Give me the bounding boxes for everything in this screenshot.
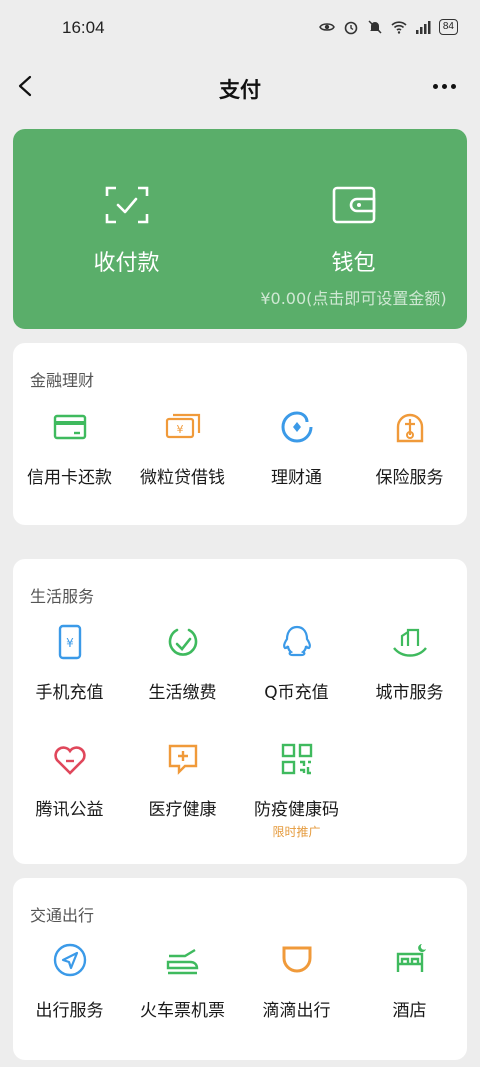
more-dot-icon — [441, 83, 447, 89]
grid-label: 理财通 — [271, 468, 322, 488]
credit-card-repay-button[interactable]: 信用卡还款 — [13, 409, 126, 509]
wallet-label: 钱包 — [331, 251, 376, 276]
insurance-icon — [396, 413, 423, 443]
insurance-button[interactable]: 保险服务 — [353, 409, 466, 509]
qq-coin-topup-button[interactable]: Q币充值 — [240, 624, 353, 724]
section-title: 金融理财 — [30, 371, 95, 390]
health-qr-icon — [281, 743, 312, 775]
grid-label: 防疫健康码 — [254, 800, 339, 820]
train-plane-icon — [166, 948, 198, 975]
medical-health-button[interactable]: 医疗健康 — [126, 741, 239, 841]
hotel-button[interactable]: 酒店 — [353, 942, 466, 1042]
travel-service-button[interactable]: 出行服务 — [13, 942, 126, 1042]
eye-icon — [319, 23, 335, 31]
more-dot-icon — [432, 83, 438, 89]
wallet-icon — [332, 186, 375, 224]
loan-icon: ¥ — [165, 413, 200, 439]
pay-receive-button[interactable]: 收付款 — [13, 129, 240, 329]
grid-label: 火车票机票 — [140, 1001, 225, 1021]
status-time: 16:04 — [62, 18, 105, 37]
grid-label: 信用卡还款 — [27, 468, 112, 488]
grid-label: 酒店 — [392, 1001, 427, 1021]
hero-card: 收付款 钱包 ¥0.00(点击即可设置金额) — [13, 129, 467, 329]
grid-label: 保险服务 — [375, 468, 444, 488]
credit-card-icon — [53, 414, 86, 440]
nav-bar: 支付 — [0, 60, 480, 114]
utility-bill-icon — [168, 628, 197, 656]
city-service-icon — [392, 628, 427, 657]
signal-icon — [415, 21, 431, 34]
phone-topup-button[interactable]: ¥ 手机充值 — [13, 624, 126, 724]
grid-label: 腾讯公益 — [35, 800, 104, 820]
section-title: 交通出行 — [30, 906, 95, 925]
travel-service-icon — [53, 943, 86, 977]
status-icons: 84 — [319, 19, 458, 35]
status-bar: 16:04 84 — [0, 0, 480, 60]
grid-label: 手机充值 — [35, 683, 104, 703]
wallet-balance: ¥0.00(点击即可设置金额) — [260, 289, 447, 308]
didi-icon — [282, 946, 311, 973]
life-services-section: 生活服务 ¥ 手机充值 生活缴费 Q币充值 城市服务 腾讯公益 医疗健康 防疫健… — [13, 559, 467, 864]
pay-receive-label: 收付款 — [93, 251, 160, 276]
page-title: 支付 — [219, 78, 261, 102]
utility-bill-button[interactable]: 生活缴费 — [126, 624, 239, 724]
more-dot-icon — [450, 83, 456, 89]
qq-coin-icon — [282, 625, 311, 657]
battery-indicator: 84 — [438, 19, 458, 35]
grid-label: 城市服务 — [375, 683, 444, 703]
weilidai-loan-button[interactable]: ¥ 微粒贷借钱 — [126, 409, 239, 509]
phone-topup-icon: ¥ — [58, 624, 81, 660]
travel-section: 交通出行 出行服务 火车票机票 滴滴出行 酒店 — [13, 878, 467, 1060]
charity-icon — [53, 746, 86, 775]
alarm-icon — [344, 21, 358, 35]
mute-icon — [368, 20, 382, 34]
grid-label: Q币充值 — [264, 683, 329, 703]
hotel-icon — [396, 944, 426, 972]
wallet-button[interactable]: 钱包 ¥0.00(点击即可设置金额) — [240, 129, 467, 329]
licaitong-button[interactable]: 理财通 — [240, 409, 353, 509]
more-button[interactable] — [428, 72, 460, 100]
city-service-button[interactable]: 城市服务 — [353, 624, 466, 724]
grid-label: 医疗健康 — [148, 800, 217, 820]
health-qr-button[interactable]: 防疫健康码 限时推广 — [240, 741, 353, 841]
finance-section: 金融理财 信用卡还款 ¥ 微粒贷借钱 理财通 保险服务 — [13, 343, 467, 525]
train-plane-ticket-button[interactable]: 火车票机票 — [126, 942, 239, 1042]
grid-label: 微粒贷借钱 — [140, 468, 225, 488]
scan-check-icon — [105, 186, 148, 224]
grid-label: 出行服务 — [35, 1001, 104, 1021]
svg-text:¥: ¥ — [176, 423, 183, 436]
wifi-icon — [391, 21, 407, 34]
wealth-icon — [281, 411, 312, 443]
grid-label: 滴滴出行 — [262, 1001, 331, 1021]
section-title: 生活服务 — [30, 587, 95, 606]
grid-label: 生活缴费 — [148, 683, 217, 703]
didi-button[interactable]: 滴滴出行 — [240, 942, 353, 1042]
promo-tag: 限时推广 — [272, 825, 321, 839]
medical-icon — [168, 744, 197, 775]
tencent-charity-button[interactable]: 腾讯公益 — [13, 741, 126, 841]
svg-text:¥: ¥ — [66, 636, 74, 650]
